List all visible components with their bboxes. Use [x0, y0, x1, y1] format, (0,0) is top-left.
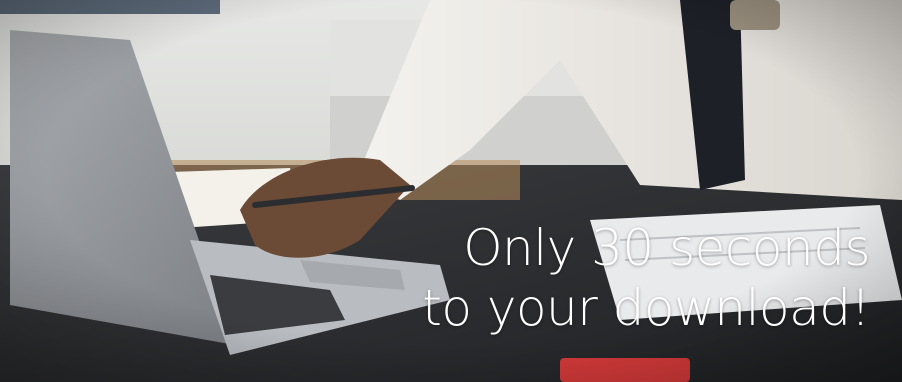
headline-line-1: Only 30 seconds [463, 219, 870, 277]
headline-line-2: to your download! [422, 279, 870, 337]
banner-headline: Only 30 seconds to your download! [410, 218, 870, 338]
promo-banner: Only 30 seconds to your download! [0, 0, 902, 382]
